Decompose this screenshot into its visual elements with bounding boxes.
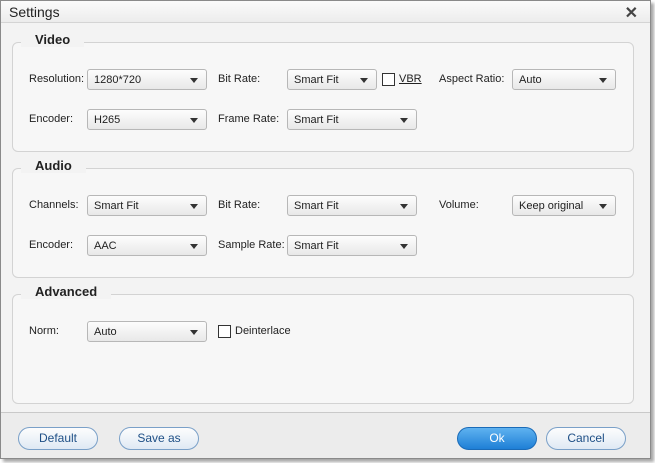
chevron-down-icon bbox=[190, 78, 198, 83]
frame-rate-select[interactable]: Smart Fit bbox=[287, 109, 417, 130]
audio-bitrate-select[interactable]: Smart Fit bbox=[287, 195, 417, 216]
norm-label: Norm: bbox=[29, 325, 59, 337]
audio-group: Audio Channels: Smart Fit Bit Rate: Smar… bbox=[12, 158, 634, 278]
advanced-legend: Advanced bbox=[21, 284, 112, 299]
chevron-down-icon bbox=[400, 244, 408, 249]
video-encoder-label: Encoder: bbox=[29, 113, 74, 125]
sample-rate-select[interactable]: Smart Fit bbox=[287, 235, 417, 256]
channels-select[interactable]: Smart Fit bbox=[87, 195, 207, 216]
chevron-down-icon bbox=[599, 78, 607, 83]
video-bitrate-select[interactable]: Smart Fit bbox=[287, 69, 377, 90]
audio-bitrate-label: Bit Rate: bbox=[218, 199, 261, 211]
deinterlace-label[interactable]: Deinterlace bbox=[235, 325, 291, 337]
chevron-down-icon bbox=[400, 118, 408, 123]
frame-rate-value: Smart Fit bbox=[294, 114, 339, 126]
aspect-ratio-value: Auto bbox=[519, 74, 542, 86]
chevron-down-icon bbox=[190, 204, 198, 209]
norm-value: Auto bbox=[94, 326, 117, 338]
video-bitrate-label: Bit Rate: bbox=[218, 73, 261, 85]
norm-select[interactable]: Auto bbox=[87, 321, 207, 342]
button-bar: Default Save as Ok Cancel bbox=[1, 412, 650, 458]
chevron-down-icon bbox=[599, 204, 607, 209]
video-encoder-value: H265 bbox=[94, 114, 121, 126]
audio-encoder-label: Encoder: bbox=[29, 239, 74, 251]
dialog-title: Settings bbox=[9, 4, 60, 20]
chevron-down-icon bbox=[400, 204, 408, 209]
vbr-checkbox[interactable] bbox=[382, 73, 395, 86]
video-legend: Video bbox=[21, 32, 85, 47]
audio-encoder-select[interactable]: AAC bbox=[87, 235, 207, 256]
video-group: Video Resolution: 1280*720 Bit Rate: Sma… bbox=[12, 32, 634, 152]
close-icon[interactable]: ✕ bbox=[625, 3, 638, 23]
volume-select[interactable]: Keep original bbox=[512, 195, 616, 216]
settings-dialog: Settings ✕ Video Resolution: 1280*720 Bi… bbox=[0, 0, 651, 459]
title-bar: Settings ✕ bbox=[1, 1, 650, 23]
ok-button[interactable]: Ok bbox=[457, 427, 537, 450]
channels-label: Channels: bbox=[29, 199, 79, 211]
resolution-select[interactable]: 1280*720 bbox=[87, 69, 207, 90]
cancel-button[interactable]: Cancel bbox=[546, 427, 626, 450]
volume-label: Volume: bbox=[439, 199, 479, 211]
video-encoder-select[interactable]: H265 bbox=[87, 109, 207, 130]
chevron-down-icon bbox=[360, 78, 368, 83]
channels-value: Smart Fit bbox=[94, 200, 139, 212]
chevron-down-icon bbox=[190, 118, 198, 123]
chevron-down-icon bbox=[190, 330, 198, 335]
aspect-ratio-select[interactable]: Auto bbox=[512, 69, 616, 90]
sample-rate-label: Sample Rate: bbox=[218, 239, 285, 251]
frame-rate-label: Frame Rate: bbox=[218, 113, 280, 125]
resolution-label: Resolution: bbox=[29, 73, 85, 85]
vbr-label[interactable]: VBR bbox=[399, 73, 422, 85]
audio-legend: Audio bbox=[21, 158, 86, 173]
volume-value: Keep original bbox=[519, 200, 584, 212]
video-bitrate-value: Smart Fit bbox=[294, 74, 339, 86]
save-as-button[interactable]: Save as bbox=[119, 427, 199, 450]
audio-bitrate-value: Smart Fit bbox=[294, 200, 339, 212]
deinterlace-checkbox[interactable] bbox=[218, 325, 231, 338]
default-button[interactable]: Default bbox=[18, 427, 98, 450]
audio-encoder-value: AAC bbox=[94, 240, 117, 252]
sample-rate-value: Smart Fit bbox=[294, 240, 339, 252]
advanced-group: Advanced Norm: Auto Deinterlace bbox=[12, 284, 634, 404]
resolution-value: 1280*720 bbox=[94, 74, 142, 86]
dialog-body: Video Resolution: 1280*720 Bit Rate: Sma… bbox=[1, 24, 650, 412]
aspect-ratio-label: Aspect Ratio: bbox=[439, 73, 505, 85]
chevron-down-icon bbox=[190, 244, 198, 249]
